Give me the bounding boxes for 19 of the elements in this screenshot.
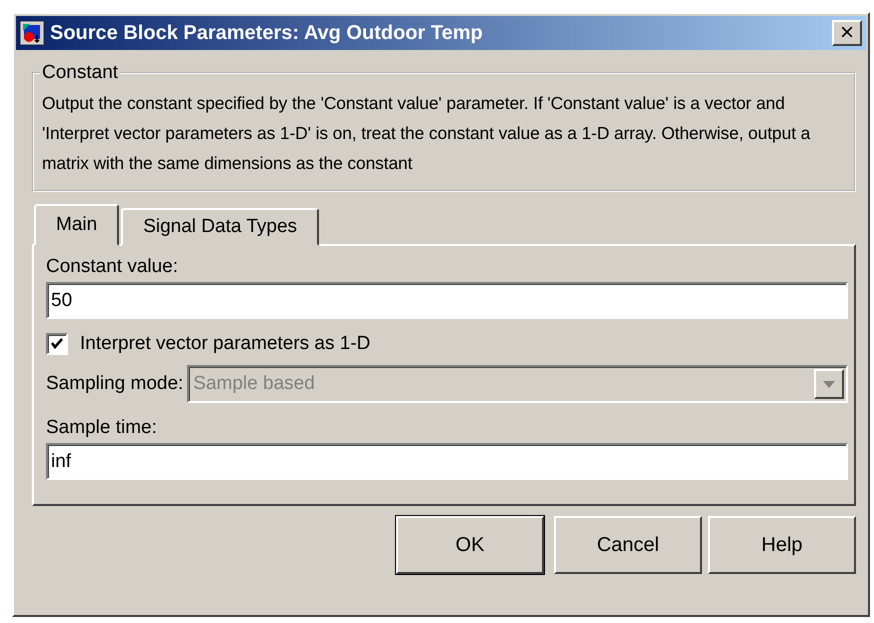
block-description: Output the constant specified by the 'Constant value' parameter. If 'Constant value' is a vector and 'Interpret vector parameters as 1-D' is on, treat the constant value as a 1-D array. Otherwise, output a matrix with the same dimensions as the constant <box>42 92 812 175</box>
tab[interactable]: Main <box>34 204 120 246</box>
input-field[interactable]: inf <box>46 443 848 480</box>
dialog-button[interactable]: Help <box>708 516 856 574</box>
checkbox-label: Interpret vector parameters as 1-D <box>80 333 370 355</box>
close-button[interactable]: × <box>832 20 862 46</box>
window-title: Source Block Parameters: Avg Outdoor Temp <box>50 22 484 44</box>
check-icon <box>50 337 64 351</box>
caret-icon <box>823 380 835 388</box>
dialog-button[interactable]: Cancel <box>554 516 702 574</box>
field-label: Sampling mode: <box>46 373 184 395</box>
input-field[interactable]: 50 <box>46 282 848 319</box>
dialog-button[interactable]: OK <box>396 516 544 574</box>
field-label: Sample time: <box>46 416 158 440</box>
checkbox[interactable] <box>46 333 68 355</box>
tab[interactable]: Signal Data Types <box>121 208 320 246</box>
field-label: Constant value: <box>46 255 180 279</box>
app-icon <box>20 21 44 45</box>
group-title: Constant <box>41 62 120 84</box>
